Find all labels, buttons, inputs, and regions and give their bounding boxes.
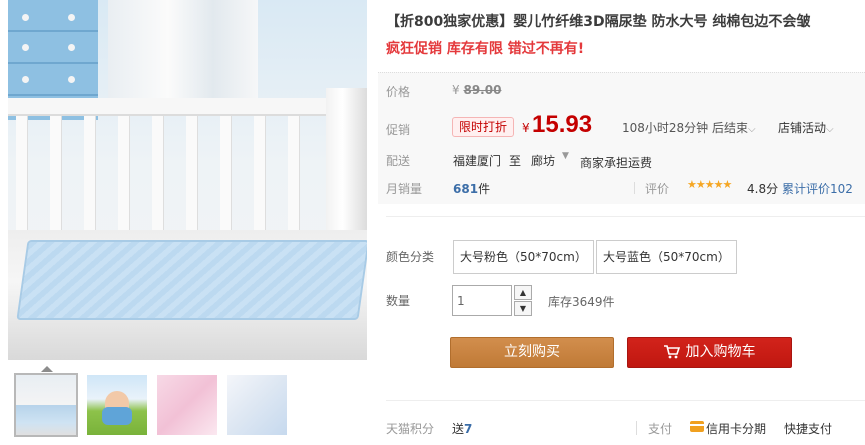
- diaper-pad-illustration: [16, 240, 367, 320]
- sku-option-blue[interactable]: 大号蓝色（50*70cm）: [596, 240, 737, 274]
- shipping-label: 配送: [386, 154, 411, 168]
- points-value: 送7: [452, 422, 473, 436]
- rating-score: 4.8分: [747, 182, 779, 196]
- product-subtitle: 疯狂促销 库存有限 错过不再有!: [386, 41, 585, 57]
- stock-count: 库存3649件: [548, 295, 615, 309]
- review-count-link[interactable]: 累计评价102: [782, 180, 853, 197]
- color-label: 颜色分类: [386, 250, 435, 264]
- rating-label: 评价: [645, 182, 670, 196]
- quantity-decrease-button[interactable]: ▼: [514, 301, 532, 316]
- original-price: ¥ 89.00: [452, 83, 502, 97]
- thumbnail-selected-arrow-icon: [41, 366, 53, 372]
- ship-to-location[interactable]: 廊坊: [531, 152, 555, 169]
- sales-row: 月销量 681件 评价 ★★★★★ 4.8分 累计评价102: [378, 178, 865, 200]
- main-product-image[interactable]: [8, 0, 367, 360]
- divider: [386, 400, 865, 401]
- chevron-down-icon: ⌵: [748, 124, 756, 135]
- add-to-cart-button[interactable]: 加入购物车: [627, 337, 792, 368]
- quantity-input[interactable]: [452, 285, 512, 316]
- price-label: 价格: [386, 85, 411, 99]
- crib-rail: [8, 98, 367, 116]
- monthly-sales-label: 月销量: [386, 182, 423, 196]
- promo-badge: 限时打折: [452, 117, 515, 137]
- thumbnail-2[interactable]: [85, 372, 149, 438]
- current-price: 15.93: [532, 111, 593, 138]
- quantity-label: 数量: [386, 294, 411, 308]
- quick-pay[interactable]: 快捷支付: [784, 420, 832, 437]
- curtain-illustration: [108, 0, 258, 110]
- caret-down-icon[interactable]: ▼: [562, 151, 569, 161]
- store-activity-dropdown[interactable]: 店铺活动⌵: [778, 119, 834, 136]
- chevron-down-icon: ⌵: [826, 124, 834, 135]
- product-title: 【折800独家优惠】婴儿竹纤维3D隔尿垫 防水大号 纯棉包边不会皱: [386, 14, 811, 30]
- points-label: 天猫积分: [386, 422, 435, 436]
- shopping-cart-icon: [663, 345, 680, 359]
- divider: [386, 216, 865, 217]
- ship-to-label: 至: [509, 154, 522, 168]
- payment-label: 支付: [648, 422, 673, 436]
- thumbnail-4[interactable]: [225, 372, 289, 438]
- monthly-sales-count: 681件: [453, 182, 491, 196]
- sku-option-pink[interactable]: 大号粉色（50*70cm）: [453, 240, 594, 274]
- buy-now-button[interactable]: 立刻购买: [450, 337, 614, 368]
- divider: [636, 421, 637, 435]
- currency-symbol: ¥: [522, 121, 530, 135]
- quantity-increase-button[interactable]: ▲: [514, 285, 532, 300]
- quantity-selector: 数量 ▲ ▼ 库存3649件: [386, 285, 865, 317]
- divider: [634, 182, 635, 194]
- color-selector: 颜色分类 大号粉色（50*70cm） 大号蓝色（50*70cm）: [386, 240, 865, 276]
- points-payment-row: 天猫积分 送7 支付 信用卡分期 快捷支付: [386, 418, 865, 438]
- shipping-row: 配送 福建厦门 至 廊坊 ▼ 商家承担运费: [378, 150, 865, 172]
- promo-countdown[interactable]: 108小时28分钟 后结束⌵: [622, 119, 756, 136]
- thumbnail-1[interactable]: [14, 366, 78, 438]
- star-rating-icon: ★★★★★: [687, 178, 732, 191]
- credit-card-icon: [690, 421, 704, 432]
- shipping-note: 商家承担运费: [580, 156, 653, 170]
- ship-from: 福建厦门: [453, 154, 502, 168]
- credit-card-installment[interactable]: 信用卡分期: [706, 420, 766, 437]
- thumbnail-3[interactable]: [155, 372, 219, 438]
- promo-label: 促销: [386, 123, 411, 137]
